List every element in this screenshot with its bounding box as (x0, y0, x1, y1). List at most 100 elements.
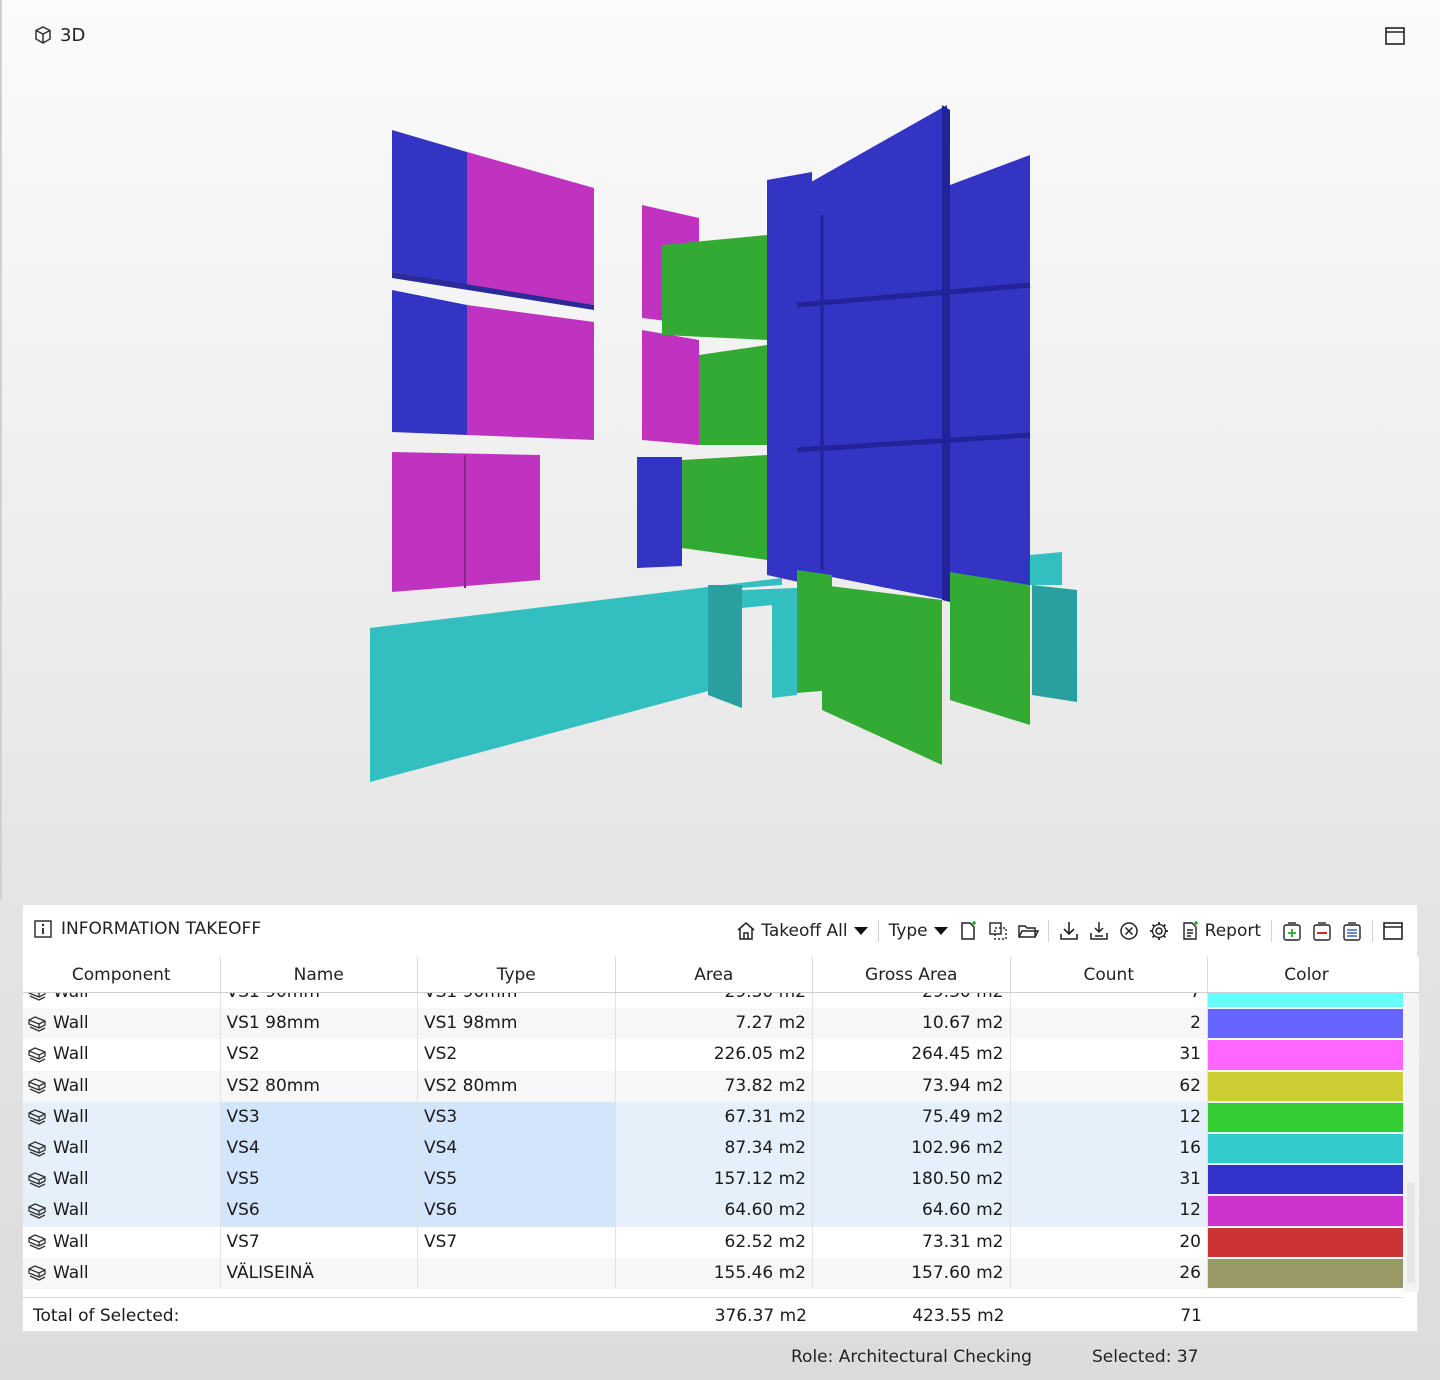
column-header-component[interactable]: Component (23, 957, 221, 992)
cell-area: 7.27 m2 (616, 1008, 813, 1040)
cell-name: VS1 90mm (221, 993, 418, 1009)
cell-type (418, 1257, 616, 1289)
wall-panel (662, 235, 767, 340)
cell-count: 31 (1011, 1039, 1208, 1071)
cell-name: VS6 (220, 1195, 418, 1227)
column-header-type[interactable]: Type (418, 957, 616, 992)
status-selected: Selected: 37 (1092, 1347, 1199, 1367)
cell-color[interactable] (1208, 1071, 1403, 1102)
wall-panel (467, 305, 594, 440)
cell-gross-area: 75.49 m2 (813, 1101, 1011, 1133)
wall-panel (467, 152, 594, 305)
cell-area: 226.05 m2 (616, 1039, 813, 1071)
table-body[interactable]: WallVS1 90mmVS1 90mm29.30 m229.30 m27 Wal… (23, 993, 1419, 1292)
remove-layer-icon (1313, 922, 1331, 941)
cell-area: 87.34 m2 (616, 1132, 813, 1165)
settings-button[interactable] (1145, 917, 1173, 945)
open-button[interactable] (1014, 917, 1042, 945)
table-row[interactable]: Wall VS3 VS3 67.31 m2 75.49 m2 12 (23, 1101, 1403, 1133)
color-swatch (1208, 1196, 1403, 1226)
table-row[interactable]: Wall VS2 VS2 226.05 m2 264.45 m2 31 (23, 1039, 1403, 1071)
status-bar: Role: Architectural Checking Selected: 3… (0, 1340, 1440, 1374)
cell-component: Wall (23, 1164, 221, 1196)
cell-count: 31 (1011, 1164, 1208, 1196)
cell-color[interactable] (1208, 1102, 1403, 1133)
3d-viewport[interactable]: 3D (0, 0, 1440, 900)
cell-name: VS3 (220, 1101, 418, 1133)
component-label: Wall (53, 1075, 89, 1096)
duplicate-button[interactable] (984, 917, 1012, 945)
import-button[interactable] (1055, 917, 1083, 945)
column-header-color[interactable]: Color (1208, 957, 1405, 992)
list-layer-button[interactable] (1338, 917, 1366, 945)
cell-component: Wall (23, 1039, 221, 1071)
cell-color[interactable] (1208, 1008, 1403, 1039)
color-swatch (1208, 1102, 1403, 1132)
new-takeoff-button[interactable] (954, 917, 982, 945)
scrollbar-thumb[interactable] (1407, 1183, 1415, 1283)
cell-color[interactable] (1208, 1039, 1403, 1070)
cell-color[interactable] (1208, 993, 1403, 1008)
wall-panel (1030, 552, 1062, 585)
cell-gross-area: 102.96 m2 (813, 1132, 1011, 1165)
column-header-count[interactable]: Count (1011, 957, 1208, 992)
total-count: 71 (1180, 1306, 1202, 1326)
takeoff-all-dropdown[interactable]: Takeoff All (731, 917, 871, 945)
report-button[interactable]: Report (1175, 917, 1265, 945)
table-row[interactable]: Wall VS2 80mm VS2 80mm 73.82 m2 73.94 m2 62 (23, 1070, 1403, 1102)
clear-button[interactable] (1115, 917, 1143, 945)
cell-color[interactable] (1208, 1195, 1403, 1226)
import-all-button[interactable] (1085, 917, 1113, 945)
wall-panel (942, 105, 950, 602)
takeoff-table: Component Name Type Area Gross Area Coun… (23, 957, 1419, 1292)
status-role: Role: Architectural Checking (791, 1347, 1032, 1367)
add-layer-button[interactable] (1278, 917, 1306, 945)
table-row[interactable]: Wall VS6 VS6 64.60 m2 64.60 m2 12 (23, 1195, 1403, 1227)
3d-model-scene[interactable] (2, 0, 1440, 900)
chevron-down-icon (933, 927, 948, 935)
type-dropdown[interactable]: Type (885, 917, 952, 945)
component-label: Wall (53, 1044, 89, 1065)
table-row[interactable]: WallVS1 90mmVS1 90mm29.30 m229.30 m27 (23, 993, 1403, 1009)
cell-color[interactable] (1208, 1164, 1403, 1195)
total-row: Total of Selected: 376.37 m2 423.55 m2 7… (23, 1297, 1403, 1333)
wall-icon (27, 1014, 47, 1034)
vertical-scrollbar[interactable] (1403, 993, 1419, 1292)
table-row[interactable]: Wall VS4 VS4 87.34 m2 102.96 m2 16 (23, 1132, 1403, 1165)
column-header-name[interactable]: Name (221, 957, 418, 992)
settings-icon (1149, 922, 1168, 940)
cell-name: VS1 98mm (221, 1008, 418, 1040)
wall-panel (392, 290, 467, 435)
wall-icon (27, 1107, 47, 1127)
open-folder-icon (1017, 925, 1039, 938)
cell-gross-area: 180.50 m2 (813, 1164, 1011, 1196)
cell-color[interactable] (1208, 1258, 1403, 1289)
report-icon (1182, 921, 1198, 940)
component-label: Wall (53, 1013, 89, 1034)
table-row[interactable]: Wall VS1 98mm VS1 98mm 7.27 m2 10.67 m2 2 (23, 1008, 1403, 1040)
table-row[interactable]: Wall VÄLISEINÄ 155.46 m2 157.60 m2 26 (23, 1257, 1403, 1289)
panel-header: INFORMATION TAKEOFF Takeoff All Type Rep… (23, 905, 1417, 957)
cell-gross-area: 64.60 m2 (813, 1195, 1011, 1227)
table-row[interactable]: Wall VS5 VS5 157.12 m2 180.50 m2 31 (23, 1164, 1403, 1196)
cell-color[interactable] (1208, 1227, 1403, 1258)
cell-type: VS5 (418, 1164, 616, 1196)
maximize-icon (1385, 27, 1405, 45)
cell-color[interactable] (1208, 1133, 1403, 1164)
cell-gross-area: 157.60 m2 (813, 1257, 1011, 1289)
cell-gross-area: 264.45 m2 (813, 1039, 1011, 1071)
cell-count: 7 (1011, 993, 1208, 1009)
table-row[interactable]: Wall VS7 VS7 62.52 m2 73.31 m2 20 (23, 1226, 1403, 1258)
list-layer-icon (1343, 922, 1361, 941)
panel-maximize-button[interactable] (1379, 917, 1407, 945)
cell-count: 2 (1011, 1008, 1208, 1040)
remove-layer-button[interactable] (1308, 917, 1336, 945)
maximize-button[interactable] (1384, 25, 1406, 47)
cell-type: VS1 98mm (418, 1008, 616, 1040)
column-header-gross-area[interactable]: Gross Area (813, 957, 1011, 992)
column-header-area[interactable]: Area (616, 957, 813, 992)
wall-icon (27, 1263, 47, 1283)
wall-panel (642, 330, 699, 445)
cell-type: VS1 90mm (418, 993, 616, 1009)
cell-count: 12 (1011, 1101, 1208, 1133)
